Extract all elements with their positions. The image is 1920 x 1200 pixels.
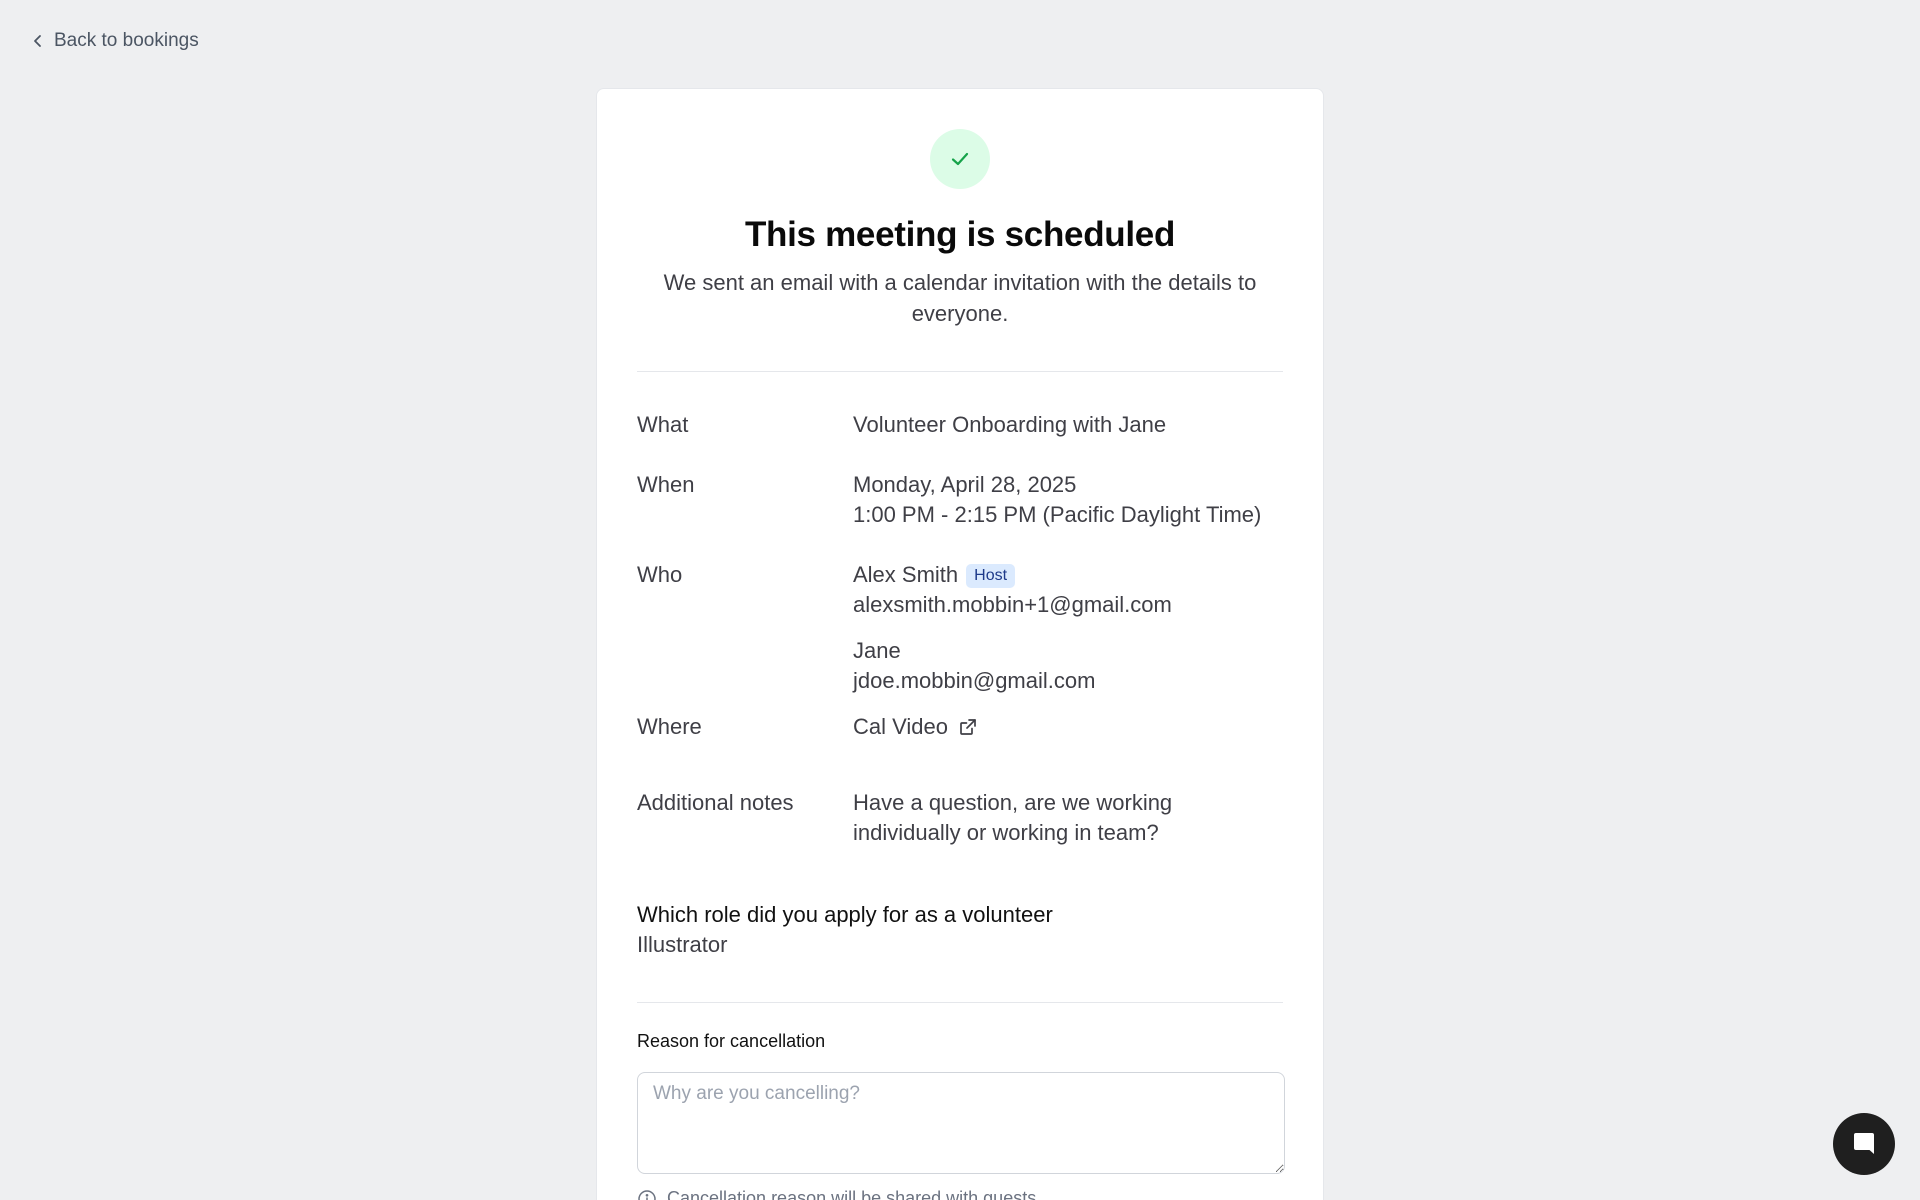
- question-label: Which role did you apply for as a volunt…: [637, 902, 1053, 927]
- when-time: 1:00 PM - 2:15 PM (Pacific Daylight Time…: [853, 502, 1262, 527]
- what-label: What: [637, 412, 689, 437]
- back-link-label: Back to bookings: [54, 30, 199, 51]
- detail-row-who: Who Alex Smith Host alexsmith.mobbin+1@gm…: [637, 560, 1283, 696]
- attendee-email: jdoe.mobbin@gmail.com: [853, 668, 1096, 693]
- divider: [637, 1002, 1283, 1003]
- back-to-bookings-link[interactable]: Back to bookings: [30, 30, 199, 52]
- info-icon: [638, 1189, 656, 1200]
- location-label: Cal Video: [853, 714, 948, 739]
- attendee-guest: Jane jdoe.mobbin@gmail.com: [853, 636, 1283, 696]
- what-value: Volunteer Onboarding with Jane: [853, 412, 1167, 437]
- when-value: Monday, April 28, 2025 1:00 PM - 2:15 PM…: [853, 470, 1283, 530]
- where-value: Cal Video: [853, 712, 1283, 742]
- cancellation-note-text: Cancellation reason will be shared with …: [667, 1188, 1037, 1200]
- page-subtitle: We sent an email with a calendar invitat…: [663, 270, 1257, 326]
- divider: [637, 371, 1283, 372]
- notes-value: Have a question, are we working individu…: [853, 790, 1173, 845]
- host-badge: Host: [966, 564, 1016, 588]
- detail-row-notes: Additional notes Have a question, are we…: [637, 788, 1283, 848]
- chevron-left-icon: [34, 35, 41, 47]
- cancellation-reason-input[interactable]: [637, 1072, 1285, 1174]
- who-label: Who: [637, 562, 683, 587]
- attendee-email: alexsmith.mobbin+1@gmail.com: [853, 592, 1172, 617]
- custom-question: Which role did you apply for as a volunt…: [637, 900, 1283, 960]
- when-label: When: [637, 472, 695, 497]
- cancellation-note: Cancellation reason will be shared with …: [637, 1188, 1283, 1200]
- success-badge: [930, 129, 990, 189]
- attendee-host: Alex Smith Host alexsmith.mobbin+1@gmail.…: [853, 560, 1283, 620]
- chat-icon: [1854, 1133, 1874, 1154]
- who-value: Alex Smith Host alexsmith.mobbin+1@gmail.…: [853, 560, 1283, 696]
- notes-label: Additional notes: [637, 790, 794, 815]
- when-date: Monday, April 28, 2025: [853, 472, 1077, 497]
- check-icon: [951, 152, 969, 166]
- where-label: Where: [637, 714, 702, 739]
- detail-row-when: When Monday, April 28, 2025 1:00 PM - 2:…: [637, 470, 1283, 530]
- detail-row-what: What Volunteer Onboarding with Jane: [637, 410, 1283, 440]
- detail-row-where: Where Cal Video: [637, 712, 1283, 742]
- location-link[interactable]: Cal Video: [853, 712, 978, 742]
- cancellation-reason-label: Reason for cancellation: [637, 1031, 826, 1051]
- booking-confirmation-card: This meeting is scheduled We sent an ema…: [596, 88, 1324, 1200]
- page-title: This meeting is scheduled: [744, 215, 1176, 254]
- attendee-name: Jane: [853, 638, 901, 663]
- chat-button[interactable]: [1833, 1113, 1895, 1175]
- external-link-icon: [960, 719, 976, 735]
- booking-details: What Volunteer Onboarding with Jane When…: [637, 410, 1283, 848]
- question-answer: Illustrator: [637, 932, 728, 957]
- attendee-name: Alex Smith: [853, 562, 959, 587]
